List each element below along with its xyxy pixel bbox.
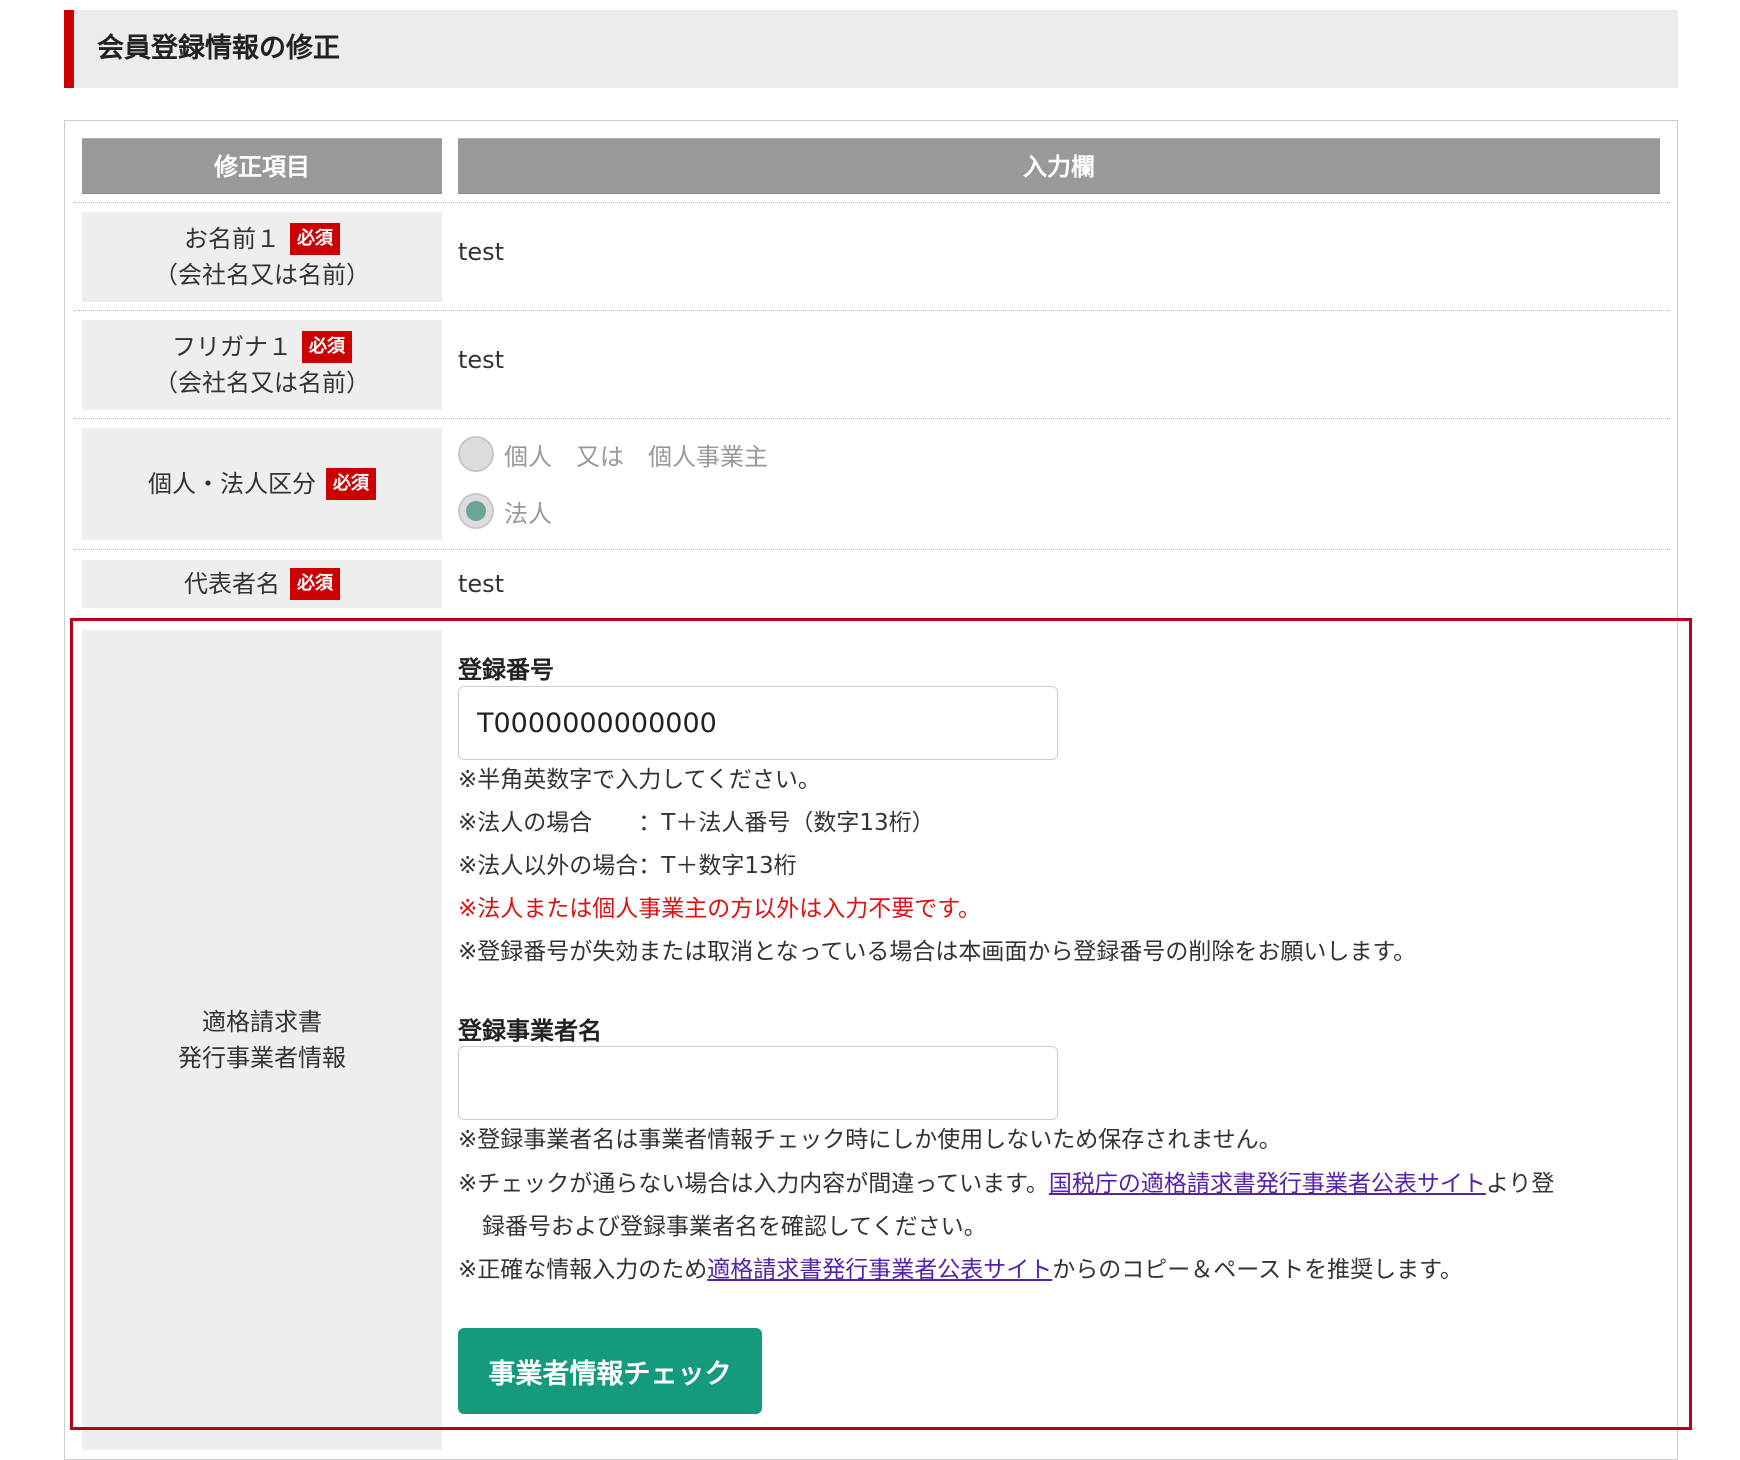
required-badge: 必須 (290, 568, 340, 600)
publication-site-link[interactable]: 適格請求書発行事業者公表サイト (707, 1257, 1052, 1283)
name1-value[interactable]: test (458, 238, 504, 266)
entity-type-label-cell: 個人・法人区分 必須 (82, 428, 442, 540)
required-badge: 必須 (302, 331, 352, 363)
radio-label-corporation: 法人 (504, 499, 552, 528)
row-divider (74, 549, 1670, 550)
business-name-label: 登録事業者名 (458, 1017, 602, 1045)
entity-type-label: 個人・法人区分 (148, 470, 316, 498)
business-name-note-continued: 録番号および登録事業者名を確認してください。 (482, 1214, 987, 1240)
nta-publication-site-link[interactable]: 国税庁の適格請求書発行事業者公表サイト (1049, 1171, 1486, 1197)
radio-option-corporation[interactable]: 法人 (458, 493, 552, 529)
page-title: 会員登録情報の修正 (97, 33, 340, 64)
furigana1-label: フリガナ１ (172, 333, 292, 361)
registration-warning-note: ※法人または個人事業主の方以外は入力不要です。 (458, 896, 981, 922)
row-divider (74, 310, 1670, 311)
required-badge: 必須 (290, 223, 340, 255)
representative-value[interactable]: test (458, 570, 504, 598)
invoice-sublabel: 発行事業者情報 (178, 1044, 346, 1072)
business-name-note: ※チェックが通らない場合は入力内容が間違っています。国税庁の適格請求書発行事業者… (458, 1163, 1554, 1206)
furigana1-value[interactable]: test (458, 346, 504, 374)
note-text: からのコピー＆ペーストを推奨します。 (1052, 1257, 1463, 1283)
furigana1-label-cell: フリガナ１ 必須 （会社名又は名前） (82, 320, 442, 410)
radio-button-individual[interactable] (458, 436, 494, 472)
name1-label-cell: お名前１ 必須 （会社名又は名前） (82, 212, 442, 302)
registration-note: ※登録番号が失効または取消となっている場合は本画面から登録番号の削除をお願いしま… (458, 939, 1417, 965)
row-divider (74, 202, 1670, 203)
registration-number-label: 登録番号 (458, 656, 554, 684)
column-header-input: 入力欄 (458, 138, 1660, 194)
note-text: ※正確な情報入力のため (458, 1257, 708, 1283)
registration-note: ※法人以外の場合：T＋数字13桁 (458, 853, 797, 879)
representative-label-cell: 代表者名 必須 (82, 560, 442, 608)
note-text: ※チェックが通らない場合は入力内容が間違っています。 (458, 1171, 1049, 1197)
radio-selected-dot (466, 501, 486, 521)
required-badge: 必須 (326, 468, 376, 500)
business-name-note: ※登録事業者名は事業者情報チェック時にしか使用しないため保存されません。 (458, 1127, 1282, 1153)
radio-button-corporation[interactable] (458, 493, 494, 529)
invoice-label-cell: 適格請求書 発行事業者情報 (82, 630, 442, 1450)
note-text: より登 (1485, 1171, 1555, 1197)
column-header-item: 修正項目 (82, 138, 442, 194)
name1-label: お名前１ (184, 225, 280, 253)
business-name-note: ※正確な情報入力のため適格請求書発行事業者公表サイトからのコピー＆ペーストを推奨… (458, 1249, 1463, 1292)
row-divider (74, 418, 1670, 419)
name1-sublabel: （会社名又は名前） (154, 261, 370, 289)
radio-label-individual: 個人 又は 個人事業主 (504, 442, 768, 471)
business-info-check-button[interactable]: 事業者情報チェック (458, 1328, 762, 1414)
invoice-label: 適格請求書 (202, 1008, 322, 1036)
registration-note: ※法人の場合 ：T＋法人番号（数字13桁） (458, 810, 935, 836)
registration-note: ※半角英数字で入力してください。 (458, 767, 821, 793)
page-header: 会員登録情報の修正 (64, 10, 1678, 88)
furigana1-sublabel: （会社名又は名前） (154, 369, 370, 397)
business-name-input[interactable] (458, 1046, 1058, 1120)
registration-number-input[interactable] (458, 686, 1058, 760)
radio-option-individual[interactable]: 個人 又は 個人事業主 (458, 436, 768, 472)
representative-label: 代表者名 (184, 570, 280, 598)
